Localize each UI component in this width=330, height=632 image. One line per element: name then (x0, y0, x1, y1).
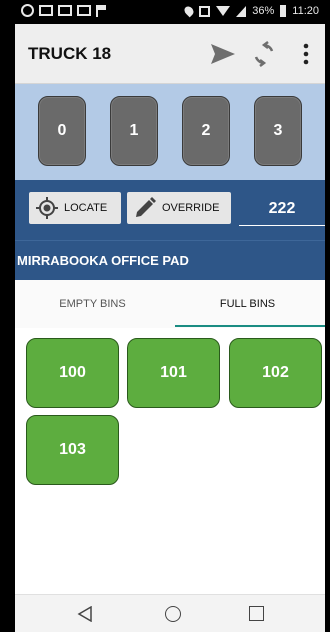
tab-empty-bins[interactable]: EMPTY BINS (15, 280, 170, 328)
notification-circle-icon (21, 4, 34, 17)
number-button-0[interactable]: 0 (38, 96, 86, 166)
system-nav-bar (15, 594, 325, 632)
locate-label: LOCATE (64, 202, 108, 214)
override-button[interactable]: OVERRIDE (127, 192, 231, 224)
battery-icon (280, 5, 287, 17)
mail-icon (39, 5, 53, 16)
flag-icon (96, 4, 106, 17)
bin-button-103[interactable]: 103 (26, 415, 119, 485)
wifi-icon (216, 6, 231, 16)
bin-number-strip: 0 1 2 3 (15, 84, 325, 180)
bin-button-100[interactable]: 100 (26, 338, 119, 408)
page-title: TRUCK 18 (28, 44, 112, 63)
site-bar: MIRRABOOKA OFFICE PAD (15, 240, 325, 280)
number-button-3[interactable]: 3 (254, 96, 302, 166)
override-label: OVERRIDE (162, 202, 220, 214)
number-button-2[interactable]: 2 (182, 96, 230, 166)
location-pin-icon (182, 4, 196, 18)
locate-button[interactable]: LOCATE (29, 192, 121, 224)
sync-icon[interactable] (252, 41, 276, 67)
status-bar: 36% 11:20 (15, 0, 325, 24)
bin-tabs: EMPTY BINS FULL BINS (15, 280, 325, 328)
count-input[interactable]: 222 (239, 194, 325, 226)
number-button-1[interactable]: 1 (110, 96, 158, 166)
bin-button-101[interactable]: 101 (127, 338, 220, 408)
back-icon[interactable] (77, 606, 93, 622)
bins-grid: 100 101 102 103 (15, 328, 325, 594)
recent-apps-icon[interactable] (249, 606, 264, 621)
pencil-icon (136, 197, 156, 217)
phone-screen: 36% 11:20 TRUCK 18 0 1 2 3 LOCATE OVERRI… (15, 0, 325, 632)
send-icon[interactable] (210, 42, 236, 66)
home-icon[interactable] (165, 606, 181, 622)
site-name: MIRRABOOKA OFFICE PAD (17, 253, 189, 268)
notification-icons (21, 4, 106, 17)
mail-icon (77, 5, 91, 16)
nfc-icon (199, 5, 211, 17)
app-bar: TRUCK 18 (15, 24, 325, 84)
tab-full-bins[interactable]: FULL BINS (170, 280, 325, 328)
clock: 11:20 (292, 5, 319, 17)
mail-icon (58, 5, 72, 16)
system-icons: 36% 11:20 (182, 4, 319, 18)
battery-percent: 36% (252, 5, 275, 17)
control-bar: LOCATE OVERRIDE 222 (15, 180, 325, 240)
tab-indicator (175, 325, 325, 327)
gps-crosshair-icon (36, 197, 58, 219)
bin-button-102[interactable]: 102 (229, 338, 322, 408)
signal-icon (236, 5, 247, 17)
more-vert-icon[interactable] (303, 43, 309, 65)
